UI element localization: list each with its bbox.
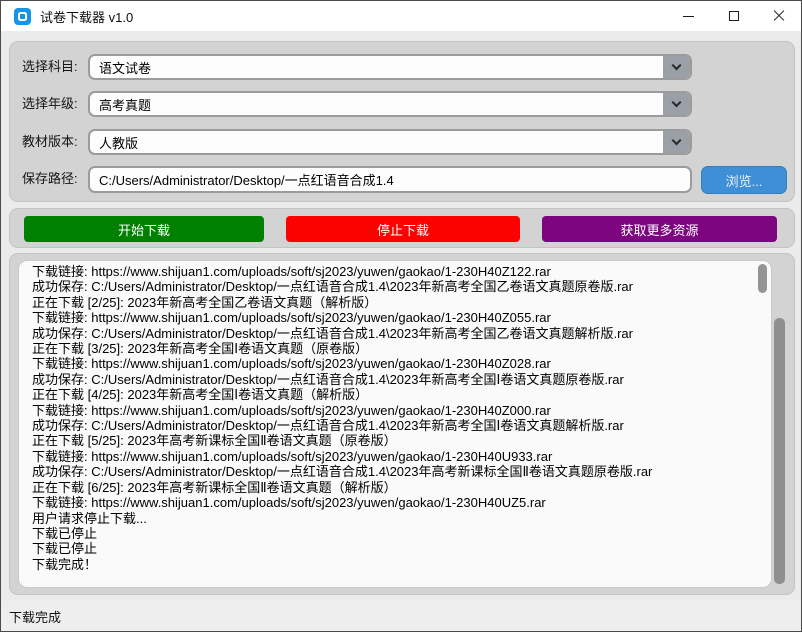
log-line: 正在下载 [3/25]: 2023年新高考全国Ⅰ卷语文真题（原卷版） [32,341,765,356]
textbook-dropdown-button[interactable] [663,131,690,153]
log-line: 下载链接: https://www.shijuan1.com/uploads/s… [32,403,765,418]
actions-panel: 开始下载 停止下载 获取更多资源 [9,208,795,248]
window-title: 试卷下载器 v1.0 [40,7,133,26]
maximize-button[interactable] [711,1,756,31]
log-line: 成功保存: C:/Users/Administrator/Desktop/一点红… [32,464,765,479]
savepath-label: 保存路径: [22,166,78,192]
browse-button[interactable]: 浏览... [701,166,787,194]
subject-selected-value: 语文试卷 [90,58,663,77]
log-line: 成功保存: C:/Users/Administrator/Desktop/一点红… [32,418,765,433]
minimize-icon [683,16,694,17]
textbook-label: 教材版本: [22,129,78,155]
status-text: 下载完成 [9,607,61,626]
get-more-resources-button[interactable]: 获取更多资源 [542,216,777,242]
window-controls [666,1,801,31]
log-line: 正在下载 [4/25]: 2023年新高考全国Ⅰ卷语文真题（解析版） [32,387,765,402]
stop-download-button[interactable]: 停止下载 [286,216,520,242]
log-line: 下载链接: https://www.shijuan1.com/uploads/s… [32,264,765,279]
maximize-icon [729,11,739,21]
close-button[interactable] [756,1,801,31]
download-log[interactable]: 下载链接: https://www.shijuan1.com/uploads/s… [18,260,772,588]
subject-select[interactable]: 语文试卷 [88,54,692,80]
textbook-selected-value: 人教版 [90,133,663,152]
log-inner-scrollbar-thumb[interactable] [758,264,767,293]
grade-label: 选择年级: [22,91,78,117]
titlebar[interactable]: 试卷下载器 v1.0 [1,1,801,31]
log-line: 正在下载 [5/25]: 2023年高考新课标全国Ⅱ卷语文真题（原卷版） [32,433,765,448]
textbook-select[interactable]: 人教版 [88,129,692,155]
savepath-input[interactable] [88,166,692,193]
log-panel: 下载链接: https://www.shijuan1.com/uploads/s… [9,253,795,595]
grade-select[interactable]: 高考真题 [88,91,692,117]
log-line: 成功保存: C:/Users/Administrator/Desktop/一点红… [32,326,765,341]
log-line: 下载链接: https://www.shijuan1.com/uploads/s… [32,495,765,510]
subject-dropdown-button[interactable] [663,56,690,78]
statusbar: 下载完成 [1,601,801,631]
log-line: 正在下载 [2/25]: 2023年新高考全国乙卷语文真题（解析版） [32,295,765,310]
chevron-down-icon [672,97,682,107]
log-line: 下载链接: https://www.shijuan1.com/uploads/s… [32,310,765,325]
form-panel: 选择科目: 语文试卷 选择年级: 高考真题 教材版本: 人教版 保存路径: 浏览… [9,41,795,202]
log-scrollbar-thumb[interactable] [774,318,785,584]
log-line: 下载已停止 [32,526,765,541]
log-line: 下载完成！ [32,557,765,572]
log-line: 用户请求停止下载... [32,511,765,526]
log-line: 下载已停止 [32,541,765,556]
start-download-button[interactable]: 开始下载 [24,216,264,242]
minimize-button[interactable] [666,1,711,31]
app-logo-icon [14,8,31,25]
chevron-down-icon [672,135,682,145]
log-line: 下载链接: https://www.shijuan1.com/uploads/s… [32,356,765,371]
grade-selected-value: 高考真题 [90,95,663,114]
log-line: 成功保存: C:/Users/Administrator/Desktop/一点红… [32,372,765,387]
grade-dropdown-button[interactable] [663,93,690,115]
chevron-down-icon [672,60,682,70]
subject-label: 选择科目: [22,54,78,80]
log-line: 正在下载 [6/25]: 2023年高考新课标全国Ⅱ卷语文真题（解析版） [32,480,765,495]
close-icon [773,10,785,22]
log-line: 成功保存: C:/Users/Administrator/Desktop/一点红… [32,279,765,294]
log-line: 下载链接: https://www.shijuan1.com/uploads/s… [32,449,765,464]
